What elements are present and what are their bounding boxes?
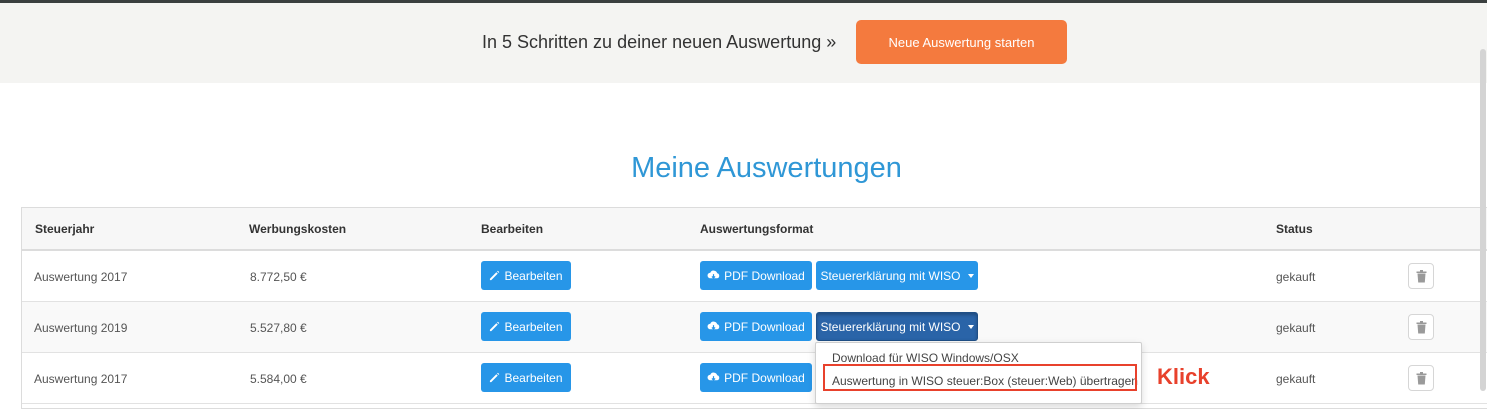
row-year: Auswertung 2019	[34, 321, 128, 335]
promo-banner: In 5 Schritten zu deiner neuen Auswertun…	[0, 3, 1487, 83]
wiso-dropdown-label: Steuererklärung mit WISO	[820, 319, 961, 334]
annotation-highlight-box	[823, 364, 1137, 391]
edit-button-label: Bearbeiten	[504, 319, 563, 334]
row-status: gekauft	[1276, 372, 1316, 386]
pdf-download-button[interactable]: PDF Download	[700, 261, 812, 290]
row-costs: 5.584,00 €	[250, 372, 307, 386]
banner-text: In 5 Schritten zu deiner neuen Auswertun…	[482, 32, 837, 52]
pencil-icon	[490, 372, 500, 383]
delete-button[interactable]	[1408, 314, 1434, 340]
pdf-download-label: PDF Download	[724, 268, 805, 283]
header-werbungskosten: Werbungskosten	[249, 222, 347, 236]
row-year: Auswertung 2017	[34, 270, 128, 284]
table-header: Steuerjahr Werbungskosten Bearbeiten Aus…	[22, 208, 1487, 251]
pdf-download-label: PDF Download	[724, 370, 805, 385]
pdf-download-button[interactable]: PDF Download	[700, 312, 812, 341]
cloud-download-icon	[707, 372, 720, 381]
delete-button[interactable]	[1408, 365, 1434, 391]
wiso-dropdown-button-open[interactable]: Steuererklärung mit WISO	[816, 312, 978, 341]
trash-icon	[1416, 371, 1426, 384]
trash-icon	[1416, 269, 1426, 282]
annotation-klick-label: Klick	[1157, 364, 1210, 389]
wiso-dropdown-button[interactable]: Steuererklärung mit WISO	[816, 261, 978, 290]
menu-item-download-wiso[interactable]: Download für WISO Windows/OSX	[832, 351, 1019, 365]
row-year: Auswertung 2017	[34, 372, 128, 386]
header-status: Status	[1276, 222, 1313, 236]
row-costs: 8.772,50 €	[250, 270, 307, 284]
table-row: Auswertung 2017 8.772,50 € Bearbeiten PD…	[22, 251, 1487, 302]
table-row: Auswertung 2017 5.584,00 € Bearbeiten PD…	[22, 353, 1487, 404]
edit-button[interactable]: Bearbeiten	[481, 363, 571, 392]
pdf-download-button[interactable]: PDF Download	[700, 363, 812, 392]
edit-button[interactable]: Bearbeiten	[481, 261, 571, 290]
pencil-icon	[490, 321, 500, 332]
scrollbar[interactable]	[1480, 49, 1486, 391]
row-status: gekauft	[1276, 321, 1316, 335]
edit-button-label: Bearbeiten	[504, 268, 563, 283]
delete-button[interactable]	[1408, 263, 1434, 289]
start-new-evaluation-button[interactable]: Neue Auswertung starten	[856, 20, 1067, 64]
header-auswertungsformat: Auswertungsformat	[700, 222, 814, 236]
caret-down-icon	[967, 273, 974, 278]
trash-icon	[1416, 320, 1426, 333]
pdf-download-label: PDF Download	[724, 319, 805, 334]
wiso-dropdown-label: Steuererklärung mit WISO	[820, 268, 961, 283]
cloud-download-icon	[707, 270, 720, 279]
evaluations-table: Steuerjahr Werbungskosten Bearbeiten Aus…	[21, 207, 1487, 409]
pencil-icon	[490, 270, 500, 281]
page-title: Meine Auswertungen	[631, 152, 902, 184]
cloud-download-icon	[707, 321, 720, 330]
edit-button[interactable]: Bearbeiten	[481, 312, 571, 341]
row-status: gekauft	[1276, 270, 1316, 284]
edit-button-label: Bearbeiten	[504, 370, 563, 385]
table-row: Auswertung 2019 5.527,80 € Bearbeiten PD…	[22, 302, 1487, 353]
row-costs: 5.527,80 €	[250, 321, 307, 335]
header-bearbeiten: Bearbeiten	[481, 222, 544, 236]
caret-down-icon	[967, 324, 974, 329]
header-steuerjahr: Steuerjahr	[35, 222, 95, 236]
